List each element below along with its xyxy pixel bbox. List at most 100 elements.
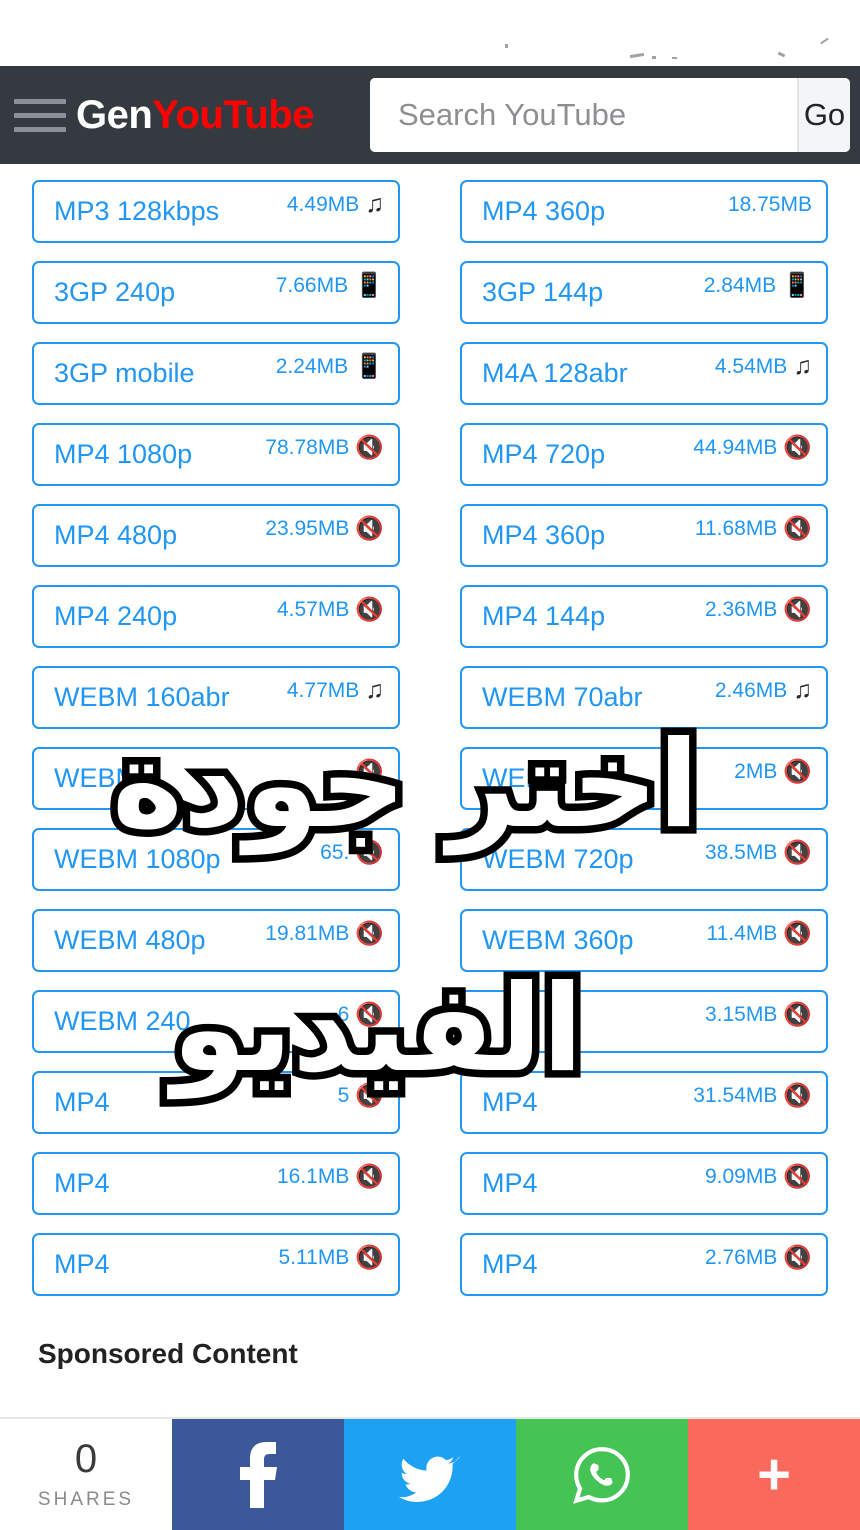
download-option-label: MP4: [54, 1249, 110, 1279]
brand-gen: Gen: [76, 92, 153, 137]
download-option-button[interactable]: M4A 128abr 4.54MB ♫: [460, 342, 828, 405]
go-button[interactable]: Go: [797, 78, 850, 152]
download-option-meta: 5 🔇: [338, 1084, 384, 1115]
download-option-button[interactable]: WEBM 360p 11.4MB 🔇: [460, 909, 828, 972]
download-option-meta: 6 🔇: [338, 1003, 384, 1034]
download-option-meta: 38.5MB 🔇: [705, 841, 812, 872]
hamburger-icon[interactable]: [14, 98, 66, 132]
download-option-button[interactable]: MP4 1080p 78.78MB 🔇: [32, 423, 400, 486]
download-option-button[interactable]: MP4 5 🔇: [32, 1071, 400, 1134]
download-option-size: 7.66MB: [275, 273, 349, 297]
download-option-button[interactable]: 3.15MB 🔇: [460, 990, 828, 1053]
download-option-meta: 5.11MB 🔇: [279, 1246, 384, 1277]
download-option-button[interactable]: MP4 31.54MB 🔇: [460, 1071, 828, 1134]
download-option-meta: 78.78MB 🔇: [265, 436, 384, 467]
download-option-size: 3.15MB: [704, 1002, 778, 1026]
download-option-label: MP4: [482, 1168, 538, 1198]
download-option-size: 4.49MB: [286, 192, 360, 216]
download-option-size: 9.09MB: [704, 1164, 778, 1188]
share-more-button[interactable]: +: [688, 1419, 860, 1530]
download-option-button[interactable]: WEBM 160abr 4.77MB ♫: [32, 666, 400, 729]
muted-speaker-icon: 🔇: [355, 1001, 384, 1027]
download-option-size: 18.75MB: [727, 192, 812, 216]
download-option-size: 38.5MB: [704, 840, 778, 864]
search-bar: Go: [370, 78, 850, 152]
download-option-size: 2.84MB: [703, 273, 777, 297]
download-option-button[interactable]: MP4 16.1MB 🔇: [32, 1152, 400, 1215]
download-option-label: WEBM 1080p: [54, 844, 221, 874]
download-option-button[interactable]: MP4 720p 44.94MB 🔇: [460, 423, 828, 486]
hamburger-bar: [14, 112, 66, 118]
download-option-size: 78.78MB: [265, 435, 350, 459]
download-option-button[interactable]: WEBM 720p 38.5MB 🔇: [460, 828, 828, 891]
brand-logo[interactable]: GenYouTube: [76, 93, 314, 138]
muted-speaker-icon: 🔇: [783, 434, 812, 460]
download-option-label: WEBM 720p: [482, 844, 634, 874]
download-option-label: MP4 720p: [482, 439, 606, 469]
download-option-size: 6: [337, 1002, 350, 1026]
muted-speaker-icon: 🔇: [355, 1163, 384, 1189]
share-twitter-button[interactable]: [344, 1419, 516, 1530]
whatsapp-icon: [573, 1446, 631, 1504]
download-option-button[interactable]: WEBM 240 6 🔇: [32, 990, 400, 1053]
download-option-button[interactable]: MP4 5.11MB 🔇: [32, 1233, 400, 1296]
search-input[interactable]: [370, 78, 797, 152]
download-option-meta: 3.15MB 🔇: [705, 1003, 812, 1034]
download-option-button[interactable]: MP4 2.76MB 🔇: [460, 1233, 828, 1296]
muted-speaker-icon: 🔇: [355, 1082, 384, 1108]
download-option-meta: 23.95MB 🔇: [265, 517, 384, 548]
download-option-label: WEBM: [482, 763, 566, 793]
download-option-meta: 65. 🔇: [320, 841, 384, 872]
download-option-meta: 4.54MB ♫: [715, 354, 812, 386]
plus-icon: +: [757, 1441, 791, 1507]
scan-artifact: [629, 52, 645, 59]
download-option-size: 19.81MB: [265, 921, 350, 945]
download-option-size: 2.36MB: [704, 597, 778, 621]
download-option-button[interactable]: MP4 360p 18.75MB: [460, 180, 828, 243]
download-option-button[interactable]: 3GP mobile 2.24MB 📱: [32, 342, 400, 405]
download-option-button[interactable]: MP3 128kbps 4.49MB ♫: [32, 180, 400, 243]
download-option-button[interactable]: WEBM 🔇: [32, 747, 400, 810]
download-option-button[interactable]: 3GP 240p 7.66MB 📱: [32, 261, 400, 324]
download-option-meta: 9.09MB 🔇: [705, 1165, 812, 1196]
share-count-number: 0: [74, 1436, 98, 1481]
download-option-button[interactable]: MP4 240p 4.57MB 🔇: [32, 585, 400, 648]
download-option-size: 16.1MB: [276, 1164, 350, 1188]
download-option-size: 4.77MB: [286, 678, 360, 702]
download-option-label: MP3 128kbps: [54, 196, 220, 226]
share-bar: 0 SHARES +: [0, 1417, 860, 1530]
top-blank-strip: [0, 0, 860, 66]
download-option-meta: 🔇: [349, 760, 384, 790]
download-option-button[interactable]: MP4 144p 2.36MB 🔇: [460, 585, 828, 648]
download-option-label: 3GP 240p: [54, 277, 176, 307]
download-option-size: 2.24MB: [275, 354, 349, 378]
scan-artifact: [652, 56, 656, 59]
download-option-meta: 2.24MB 📱: [276, 354, 384, 386]
download-option-meta: 2.84MB 📱: [704, 273, 812, 305]
muted-speaker-icon: 🔇: [355, 434, 384, 460]
share-whatsapp-button[interactable]: [516, 1419, 688, 1530]
download-option-button[interactable]: WEBM 480p 19.81MB 🔇: [32, 909, 400, 972]
download-option-label: MP4 240p: [54, 601, 178, 631]
download-option-button[interactable]: WEBM 70abr 2.46MB ♫: [460, 666, 828, 729]
download-option-button[interactable]: WEBM 2MB 🔇: [460, 747, 828, 810]
download-option-button[interactable]: 3GP 144p 2.84MB 📱: [460, 261, 828, 324]
download-option-label: MP4: [482, 1249, 538, 1279]
download-option-meta: 4.57MB 🔇: [277, 598, 384, 629]
download-option-label: MP4 360p: [482, 196, 606, 226]
download-option-button[interactable]: WEBM 1080p 65. 🔇: [32, 828, 400, 891]
download-option-button[interactable]: MP4 480p 23.95MB 🔇: [32, 504, 400, 567]
download-option-size: 2.76MB: [704, 1245, 778, 1269]
download-option-button[interactable]: MP4 9.09MB 🔇: [460, 1152, 828, 1215]
download-option-size: 23.95MB: [265, 516, 350, 540]
music-note-icon: ♫: [793, 352, 812, 380]
download-option-size: 4.54MB: [714, 354, 788, 378]
muted-speaker-icon: 🔇: [355, 839, 384, 865]
twitter-icon: [399, 1448, 461, 1502]
share-facebook-button[interactable]: [172, 1419, 344, 1530]
download-option-meta: 31.54MB 🔇: [693, 1084, 812, 1115]
scan-artifact: [672, 57, 677, 59]
download-option-meta: 19.81MB 🔇: [265, 922, 384, 953]
download-option-size: 11.68MB: [694, 516, 778, 540]
download-option-button[interactable]: MP4 360p 11.68MB 🔇: [460, 504, 828, 567]
